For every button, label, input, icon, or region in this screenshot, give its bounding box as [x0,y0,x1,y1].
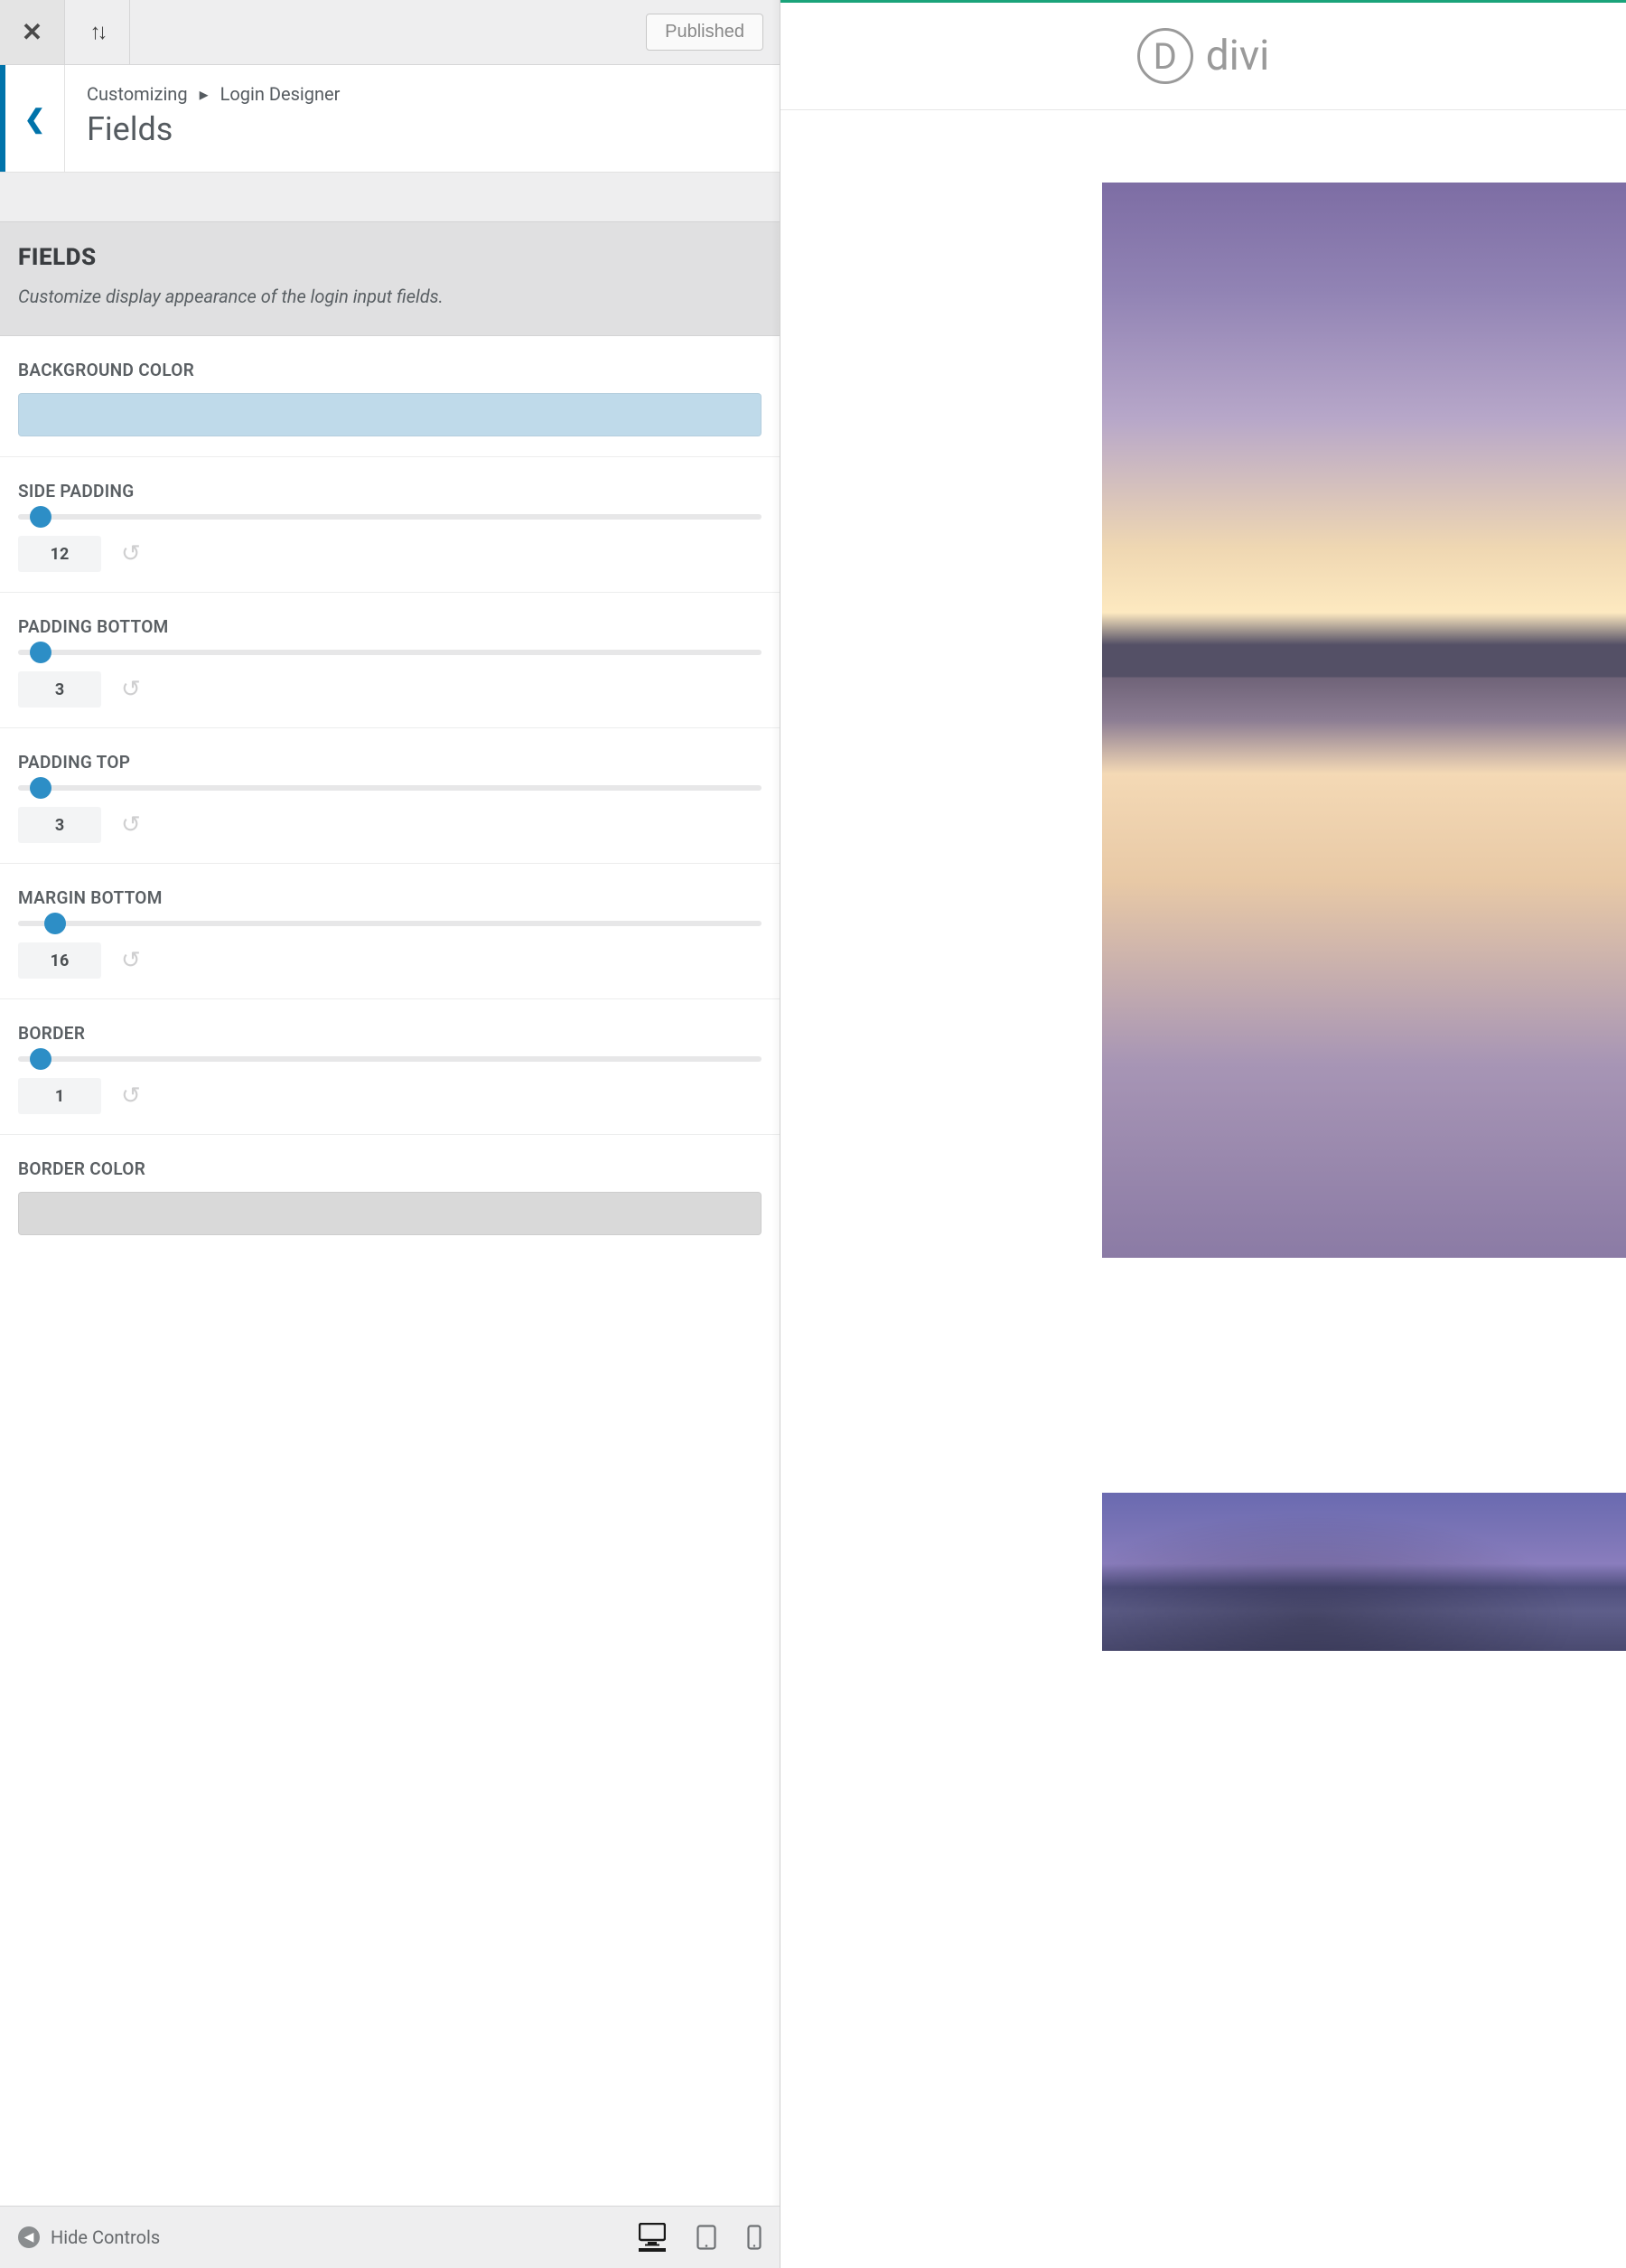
header-text: Customizing ▸ Login Designer Fields [65,65,361,172]
control-side-padding: SIDE PADDING 12 ↺ [0,457,780,593]
control-background-color: BACKGROUND COLOR [0,336,780,457]
preview-image-2 [1102,1493,1626,1652]
desktop-icon [639,2223,666,2246]
reset-icon[interactable]: ↺ [121,676,141,703]
slider-track[interactable] [18,785,762,791]
slider-thumb[interactable] [30,506,51,528]
hide-controls-button[interactable]: ◀ Hide Controls [18,2226,160,2248]
description-heading: FIELDS [18,244,762,271]
device-switcher [639,2223,762,2252]
preview-pane: D divi [780,0,1626,2268]
close-button[interactable]: ✕ [0,0,65,64]
control-label: PADDING BOTTOM [18,616,762,637]
brand-name: divi [1206,32,1270,80]
value-input[interactable]: 12 [18,536,101,572]
mobile-icon [747,2225,762,2250]
control-border: BORDER 1 ↺ [0,999,780,1135]
description-text: Customize display appearance of the logi… [18,284,762,310]
slider-thumb[interactable] [30,777,51,799]
slider-track[interactable] [18,514,762,520]
reorder-button[interactable]: ↑↓ [65,0,130,64]
control-border-color: BORDER COLOR [0,1135,780,1255]
reset-icon[interactable]: ↺ [121,1082,141,1110]
slider-track[interactable] [18,921,762,926]
tablet-icon [696,2225,716,2250]
customizer-sidebar: ✕ ↑↓ Published ❮ Customizing ▸ Login Des… [0,0,780,2268]
value-input[interactable]: 16 [18,942,101,979]
section-description: FIELDS Customize display appearance of t… [0,221,780,336]
preview-image-1 [1102,183,1626,1258]
section-header: ❮ Customizing ▸ Login Designer Fields [0,65,780,173]
slider-track[interactable] [18,1056,762,1062]
breadcrumb: Customizing ▸ Login Designer [87,83,340,105]
value-input[interactable]: 3 [18,671,101,708]
publish-status-button[interactable]: Published [646,14,763,51]
breadcrumb-section: Login Designer [220,83,341,105]
device-tablet-button[interactable] [696,2225,716,2250]
hide-controls-label: Hide Controls [51,2226,160,2248]
breadcrumb-separator-icon: ▸ [200,83,209,105]
color-swatch[interactable] [18,1192,762,1235]
reorder-icon: ↑↓ [90,19,105,45]
topbar-spacer: Published [130,0,780,64]
reset-icon[interactable]: ↺ [121,540,141,567]
reset-icon[interactable]: ↺ [121,947,141,974]
brand-mark-icon: D [1137,28,1193,84]
preview-header: D divi [780,3,1626,110]
page-title: Fields [87,110,340,148]
sidebar-footer: ◀ Hide Controls [0,2206,780,2268]
slider-thumb[interactable] [30,642,51,663]
controls-list: BACKGROUND COLOR SIDE PADDING 12 ↺ PADDI… [0,336,780,2206]
collapse-icon: ◀ [18,2226,40,2248]
slider-thumb[interactable] [44,913,66,934]
device-desktop-button[interactable] [639,2223,666,2252]
color-swatch[interactable] [18,393,762,436]
reset-icon[interactable]: ↺ [121,811,141,839]
close-icon: ✕ [22,17,42,47]
value-input[interactable]: 1 [18,1078,101,1114]
breadcrumb-root: Customizing [87,83,188,105]
control-label: MARGIN BOTTOM [18,887,762,908]
brand-logo: D divi [1137,28,1270,84]
chevron-left-icon: ❮ [24,104,45,134]
control-label: SIDE PADDING [18,481,762,501]
preview-body [780,110,1626,2268]
control-label: BORDER [18,1023,762,1044]
control-padding-top: PADDING TOP 3 ↺ [0,728,780,864]
control-label: BACKGROUND COLOR [18,360,762,380]
control-label: PADDING TOP [18,752,762,773]
device-mobile-button[interactable] [747,2225,762,2250]
control-padding-bottom: PADDING BOTTOM 3 ↺ [0,593,780,728]
control-label: BORDER COLOR [18,1158,762,1179]
control-margin-bottom: MARGIN BOTTOM 16 ↺ [0,864,780,999]
value-input[interactable]: 3 [18,807,101,843]
slider-thumb[interactable] [30,1048,51,1070]
slider-track[interactable] [18,650,762,655]
back-button[interactable]: ❮ [0,65,65,172]
topbar: ✕ ↑↓ Published [0,0,780,65]
